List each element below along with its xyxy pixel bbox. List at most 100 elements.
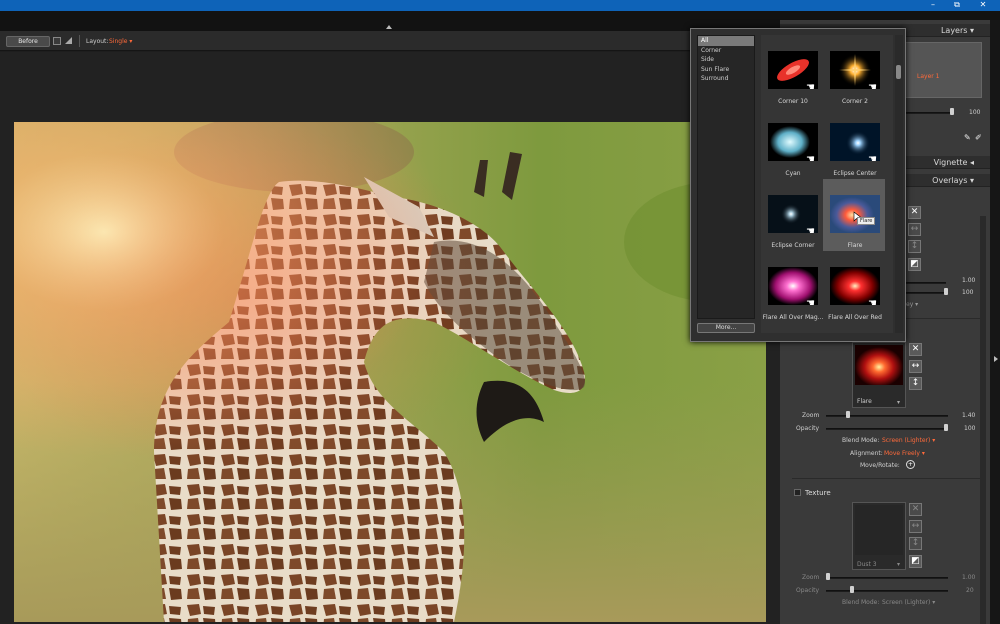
flare-align-label: Alignment: xyxy=(850,450,883,457)
category-list: All Corner Side Sun Flare Surround xyxy=(697,35,755,319)
texture-thumb-image xyxy=(855,505,903,555)
flare-random-icon[interactable]: ✕ xyxy=(909,343,922,356)
texture-thumb-dropdown-icon[interactable]: ▾ xyxy=(897,561,900,568)
random-icon[interactable]: ✕ xyxy=(908,206,921,219)
expand-right-icon[interactable] xyxy=(994,356,998,362)
hand-icon: ☚ xyxy=(806,82,815,93)
layer-opacity-thumb[interactable] xyxy=(950,108,954,115)
overlay-browser-popup: All Corner Side Sun Flare Surround More.… xyxy=(690,28,906,342)
flare-zoom-value: 1.40 xyxy=(962,412,976,419)
texture-blend-label: Blend Mode: xyxy=(842,599,880,606)
texture-zoom-value: 1.00 xyxy=(962,574,976,581)
flare-thumbnail[interactable]: Flare ▾ xyxy=(852,342,906,408)
window-titlebar: – ⧉ ✕ xyxy=(0,0,1000,11)
flare-blend-label: Blend Mode: xyxy=(842,437,880,444)
texture-zoom-label: Zoom xyxy=(802,574,820,581)
flare-opacity-label: Opacity xyxy=(796,425,820,432)
move-rotate-icon[interactable]: + xyxy=(906,460,915,469)
brush-icon[interactable]: ✎ xyxy=(964,133,971,142)
thumb-eclipse-corner[interactable]: ☚ Eclipse Corner xyxy=(761,179,823,251)
split-view-icon[interactable] xyxy=(64,36,73,45)
hand-icon: ☚ xyxy=(868,82,877,93)
overlay-opacity-slider[interactable] xyxy=(906,292,946,294)
layer-row[interactable]: Layer 1 xyxy=(904,42,982,98)
texture-zoom-slider[interactable] xyxy=(826,577,948,579)
minimize-icon[interactable]: – xyxy=(922,0,944,11)
panel-scrollbar[interactable] xyxy=(980,216,986,624)
texture-thumbnail[interactable]: Dust 3 ▾ xyxy=(852,502,906,570)
category-corner[interactable]: Corner xyxy=(698,46,754,56)
flare-flip-vertical-icon[interactable]: ↕ xyxy=(909,377,922,390)
flare-zoom-thumb[interactable] xyxy=(846,411,851,418)
close-icon[interactable]: ✕ xyxy=(972,0,994,11)
thumb-corner-2[interactable]: ☚ Corner 2 xyxy=(823,35,885,107)
mask-icon[interactable]: ◩ xyxy=(908,258,921,271)
texture-flip-vertical-icon[interactable]: ↕ xyxy=(909,537,922,550)
texture-zoom-thumb[interactable] xyxy=(826,573,830,580)
before-button[interactable]: Before xyxy=(6,36,50,47)
eraser-icon[interactable]: ✐ xyxy=(975,133,982,142)
category-all[interactable]: All xyxy=(698,36,754,46)
thumb-scrollbar[interactable] xyxy=(895,35,903,333)
flare-flip-horizontal-icon[interactable]: ↔ xyxy=(909,360,922,373)
layer-name: Layer 1 xyxy=(917,73,940,80)
overlay-opacity-value: 100 xyxy=(962,289,974,296)
right-edge-strip xyxy=(990,20,1000,624)
flare-zoom-slider[interactable] xyxy=(826,415,948,417)
thumb-flare-all-over-red[interactable]: ☚ Flare All Over Red xyxy=(823,251,885,323)
more-button[interactable]: More... xyxy=(697,323,755,333)
photo-canvas[interactable] xyxy=(14,122,766,622)
thumb-label: Corner 2 xyxy=(842,98,868,105)
texture-blend-dropdown[interactable]: Screen (Lighter) ▾ xyxy=(882,599,935,606)
texture-title: Texture xyxy=(805,489,831,497)
hand-icon: ☚ xyxy=(806,226,815,237)
thumb-flare[interactable]: Flare Flare xyxy=(823,179,885,251)
flare-opacity-slider[interactable] xyxy=(826,428,948,430)
flare-align-dropdown[interactable]: Move Freely ▾ xyxy=(884,450,925,457)
thumb-tooltip: Flare xyxy=(857,217,876,225)
section-divider-texture xyxy=(792,478,982,479)
texture-opacity-slider[interactable] xyxy=(826,590,948,592)
thumb-label: Corner 10 xyxy=(778,98,808,105)
texture-flip-horizontal-icon[interactable]: ↔ xyxy=(909,520,922,533)
category-surround[interactable]: Surround xyxy=(698,74,754,84)
thumb-scrollbar-handle[interactable] xyxy=(896,65,901,79)
thumb-label: Flare All Over Red xyxy=(828,314,882,321)
thumb-label: Cyan xyxy=(785,170,801,177)
flare-thumb-dropdown-icon[interactable]: ▾ xyxy=(897,399,900,406)
layout-dropdown[interactable]: Single ▾ xyxy=(109,38,132,45)
thumb-eclipse-center[interactable]: ☚ Eclipse Center xyxy=(823,107,885,179)
hand-icon: ☚ xyxy=(806,154,815,165)
texture-opacity-label: Opacity xyxy=(796,587,820,594)
overlay-zoom-slider[interactable] xyxy=(906,282,946,284)
texture-opacity-thumb[interactable] xyxy=(849,586,854,593)
thumb-corner-10[interactable]: ☚ Corner 10 xyxy=(761,35,823,107)
hand-icon: ☚ xyxy=(868,154,877,165)
category-side[interactable]: Side xyxy=(698,55,754,65)
texture-opacity-value: 20 xyxy=(966,587,974,594)
restore-icon[interactable]: ⧉ xyxy=(946,0,968,11)
flare-opacity-value: 100 xyxy=(964,425,976,432)
layer-opacity-value: 100 xyxy=(969,109,981,116)
collapse-top-icon[interactable] xyxy=(386,25,392,29)
texture-random-icon[interactable]: ✕ xyxy=(909,503,922,516)
flare-thumb-label: Flare xyxy=(857,398,872,405)
overlay-opacity-thumb[interactable] xyxy=(944,288,948,295)
flip-vertical-icon[interactable]: ↕ xyxy=(908,240,921,253)
texture-mask-icon[interactable]: ◩ xyxy=(909,555,922,568)
overlay-blend-partial[interactable]: ey ▾ xyxy=(906,301,918,308)
flare-zoom-label: Zoom xyxy=(802,412,820,419)
category-sun-flare[interactable]: Sun Flare xyxy=(698,65,754,75)
flip-horizontal-icon[interactable]: ↔ xyxy=(908,223,921,236)
texture-checkbox[interactable] xyxy=(794,489,801,496)
flare-blend-dropdown[interactable]: Screen (Lighter) ▾ xyxy=(882,437,935,444)
texture-thumb-label: Dust 3 xyxy=(857,561,877,568)
compare-toggle-icon[interactable] xyxy=(53,37,61,45)
flare-opacity-thumb[interactable] xyxy=(944,424,948,431)
layer-opacity-slider[interactable] xyxy=(906,112,954,114)
thumb-cyan[interactable]: ☚ Cyan xyxy=(761,107,823,179)
thumb-label: Eclipse Corner xyxy=(771,242,815,249)
thumb-label: Flare xyxy=(847,242,863,249)
thumb-label: Flare All Over Mag... xyxy=(762,314,824,321)
thumb-flare-all-over-magenta[interactable]: ☚ Flare All Over Mag... xyxy=(761,251,823,323)
